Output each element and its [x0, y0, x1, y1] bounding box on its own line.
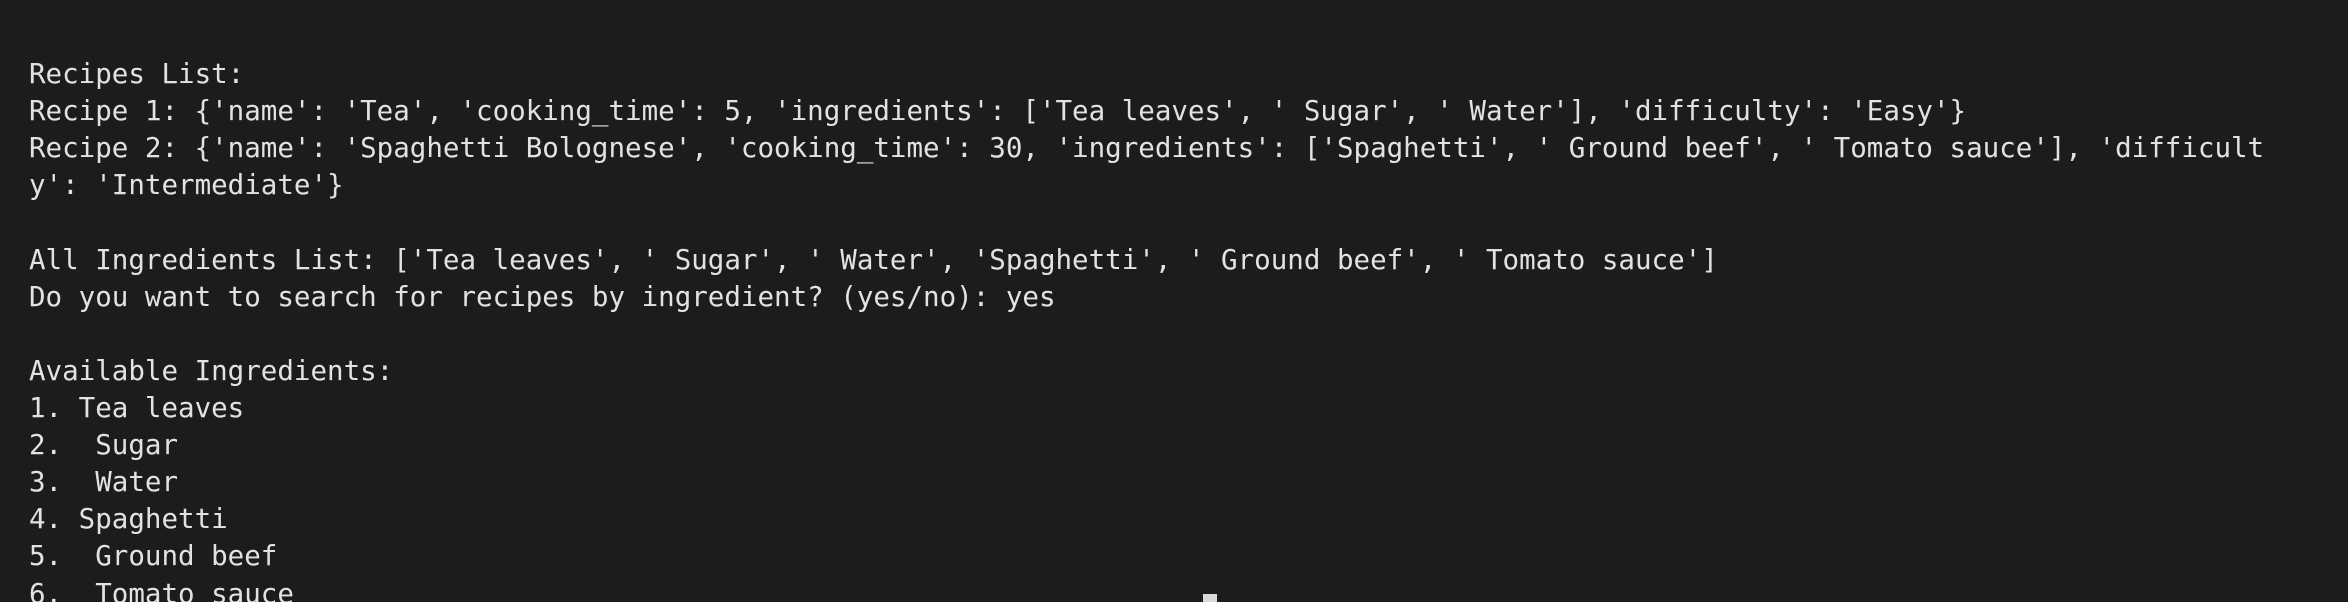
terminal-line-partial [29, 0, 2348, 19]
ingredient-item: 1. Tea leaves [29, 392, 245, 425]
ingredient-item: 3. Water [29, 466, 179, 499]
ingredient-item: 6. Tomato sauce [29, 577, 294, 602]
ingredient-item: 4. Spaghetti [29, 503, 228, 536]
text-cursor [1203, 594, 1217, 602]
recipe-1-line: Recipe 1: {'name': 'Tea', 'cooking_time'… [29, 95, 1967, 128]
ingredient-item: 5. Ground beef [29, 540, 278, 573]
recipe-2-line: Recipe 2: {'name': 'Spaghetti Bolognese'… [29, 132, 2265, 165]
recipes-list-heading: Recipes List: [29, 58, 245, 91]
terminal-window[interactable]: Recipes List: Recipe 1: {'name': 'Tea', … [0, 0, 2348, 602]
available-ingredients-heading: Available Ingredients: [29, 354, 394, 387]
search-prompt-line: Do you want to search for recipes by ing… [29, 280, 1056, 313]
all-ingredients-line: All Ingredients List: ['Tea leaves', ' S… [29, 243, 1718, 276]
terminal-output: Recipes List: Recipe 1: {'name': 'Tea', … [29, 0, 2348, 602]
recipe-2-line-wrap: y': 'Intermediate'} [29, 169, 344, 202]
ingredient-item: 2. Sugar [29, 429, 179, 462]
